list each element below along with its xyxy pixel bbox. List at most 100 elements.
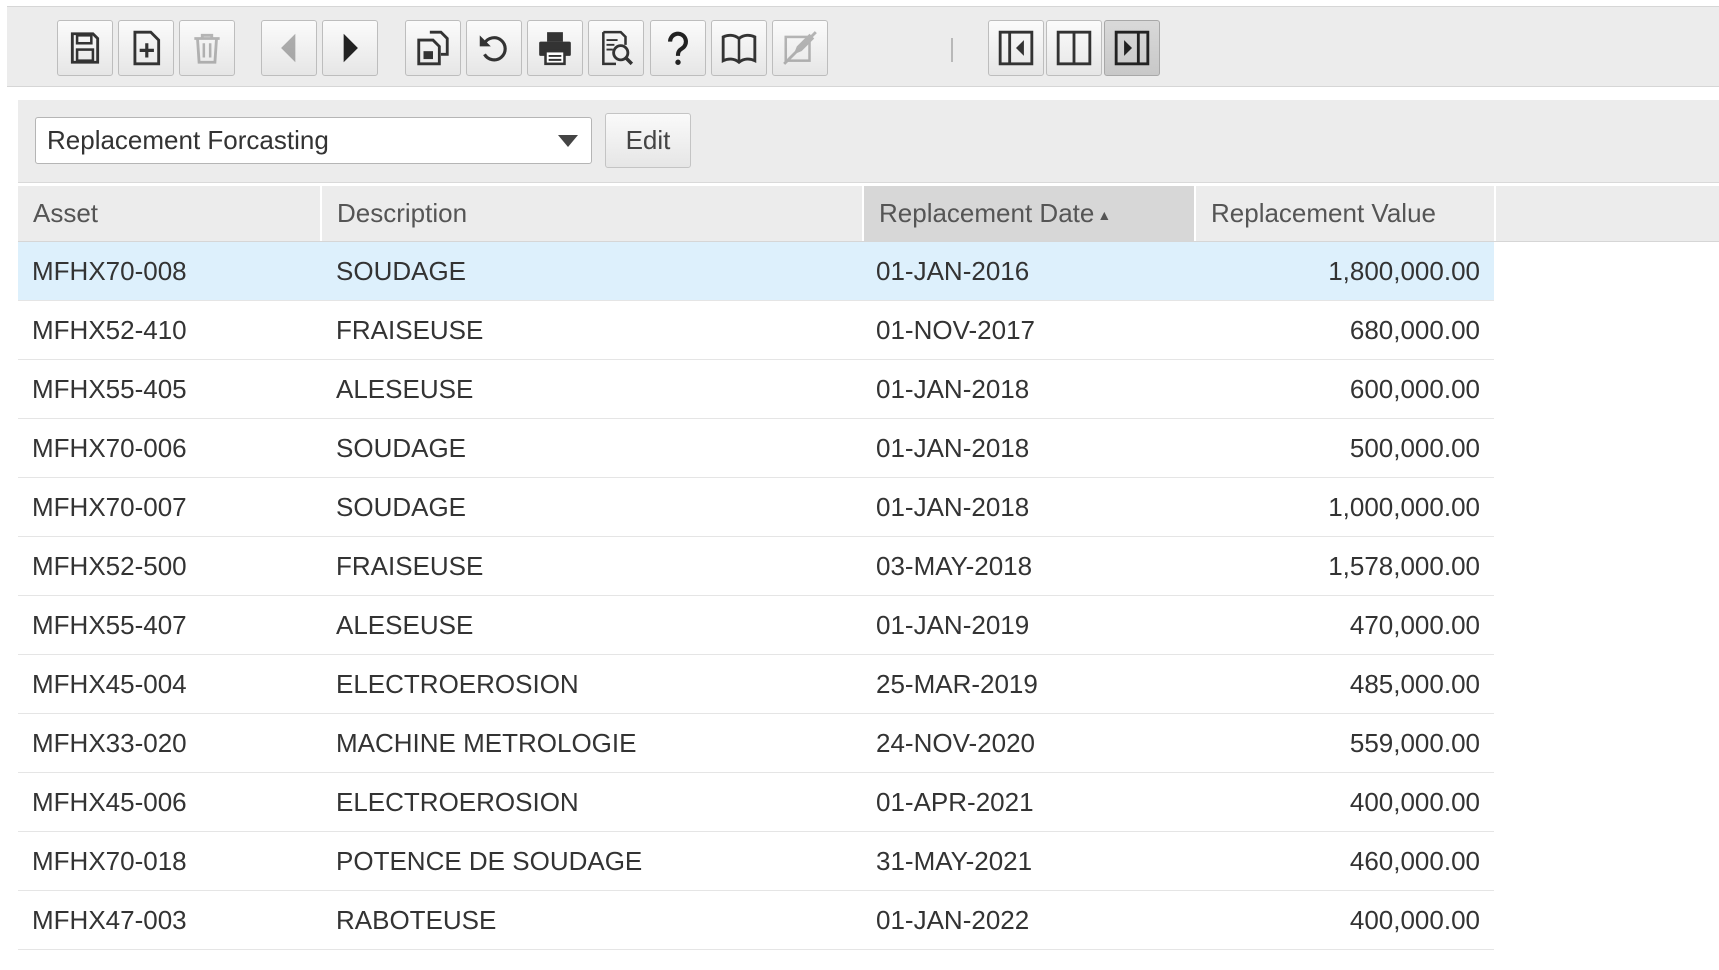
previous-button[interactable] <box>261 20 317 76</box>
column-header-replacement-date[interactable]: Replacement Date ▲ <box>864 186 1194 241</box>
question-mark-icon <box>668 31 688 65</box>
asset-cell: MFHX33-020 <box>32 728 187 758</box>
replacement-date-cell: 01-JAN-2019 <box>876 610 1030 640</box>
description-cell: FRAISEUSE <box>336 551 484 581</box>
description-cell: FRAISEUSE <box>336 315 484 345</box>
new-record-icon <box>133 30 161 66</box>
table-row[interactable]: MFHX52-500 FRAISEUSE 03-MAY-2018 1,578,000.… <box>18 537 1494 596</box>
printer-icon <box>539 32 571 66</box>
column-divider <box>1494 186 1496 241</box>
table-row[interactable]: MFHX55-407 ALESEUSE 01-JAN-2019 470,000.00 <box>18 596 1494 655</box>
description-cell: ELECTROEROSION <box>336 787 579 817</box>
description-cell: SOUDAGE <box>336 256 467 286</box>
replacement-value-cell: 1,000,000.00 <box>1328 492 1480 522</box>
trash-icon <box>194 33 220 64</box>
asset-cell: MFHX45-006 <box>32 787 187 817</box>
description-cell: ELECTROEROSION <box>336 669 579 699</box>
previous-arrow-icon <box>281 33 296 63</box>
save-button[interactable] <box>57 20 113 76</box>
help-button[interactable] <box>650 20 706 76</box>
description-cell: RABOTEUSE <box>336 905 497 935</box>
asset-cell: MFHX70-018 <box>32 846 187 876</box>
replacement-date-cell: 31-MAY-2021 <box>876 846 1033 876</box>
replacement-date-cell: 01-APR-2021 <box>876 787 1034 817</box>
table-row[interactable]: MFHX52-410 FRAISEUSE 01-NOV-2017 680,000.00 <box>18 301 1494 360</box>
replacement-date-cell: 01-JAN-2016 <box>876 256 1030 286</box>
book-icon <box>721 33 757 65</box>
table-row[interactable]: MFHX45-006 ELECTROEROSION 01-APR-2021 400,0… <box>18 773 1494 832</box>
table-row[interactable]: MFHX47-003 RABOTEUSE 01-JAN-2022 400,000.00 <box>18 891 1494 950</box>
replacement-date-cell: 25-MAR-2019 <box>876 669 1038 699</box>
next-button[interactable] <box>322 20 378 76</box>
replacement-value-cell: 400,000.00 <box>1349 905 1480 935</box>
replacement-value-cell: 600,000.00 <box>1349 374 1480 404</box>
table-row[interactable]: MFHX70-006 SOUDAGE 01-JAN-2018 500,000.00 <box>18 419 1494 478</box>
asset-cell: MFHX52-500 <box>32 551 187 581</box>
layout-right-button[interactable] <box>1104 20 1160 76</box>
replacement-date-cell: 01-JAN-2018 <box>876 492 1030 522</box>
column-header-description[interactable]: Description <box>322 186 862 241</box>
replacement-value-cell: 400,000.00 <box>1349 787 1480 817</box>
refresh-button[interactable] <box>466 20 522 76</box>
next-arrow-icon <box>343 33 358 63</box>
replacement-value-cell: 485,000.00 <box>1349 669 1480 699</box>
table-row[interactable]: MFHX33-020 MACHINE METROLOGIE 24-NOV-2020 5… <box>18 714 1494 773</box>
copy-record-icon <box>417 30 449 66</box>
asset-cell: MFHX70-006 <box>32 433 187 463</box>
chevron-down-icon <box>558 135 578 147</box>
grid-body: MFHX70-008 SOUDAGE 01-JAN-2016 1,800,000.00… <box>18 242 1494 950</box>
asset-cell: MFHX55-405 <box>32 374 187 404</box>
description-cell: ALESEUSE <box>336 610 474 640</box>
replacement-date-cell: 01-JAN-2022 <box>876 905 1030 935</box>
edit-button[interactable]: Edit <box>605 113 691 168</box>
new-record-button[interactable] <box>118 20 174 76</box>
column-header-replacement-value[interactable]: Replacement Value <box>1196 186 1494 241</box>
column-header-asset[interactable]: Asset <box>18 186 320 241</box>
replacement-value-cell: 559,000.00 <box>1349 728 1480 758</box>
replacement-date-cell: 01-JAN-2018 <box>876 374 1030 404</box>
replacement-date-cell: 24-NOV-2020 <box>876 728 1035 758</box>
table-row[interactable]: MFHX70-018 POTENCE DE SOUDAGE 31-MAY-2021 4… <box>18 832 1494 891</box>
main-toolbar <box>7 6 1719 87</box>
asset-cell: MFHX70-007 <box>32 492 187 522</box>
print-button[interactable] <box>527 20 583 76</box>
description-cell: MACHINE METROLOGIE <box>336 728 637 758</box>
filter-bar: Replacement Forcasting Edit <box>18 100 1719 183</box>
replacement-value-cell: 500,000.00 <box>1349 433 1480 463</box>
layout-right-panel-icon <box>1114 30 1150 66</box>
table-row[interactable]: MFHX70-008 SOUDAGE 01-JAN-2016 1,800,000.00 <box>18 242 1494 301</box>
book-button[interactable] <box>711 20 767 76</box>
copy-record-button[interactable] <box>405 20 461 76</box>
replacement-date-cell: 01-JAN-2018 <box>876 433 1030 463</box>
description-cell: SOUDAGE <box>336 492 467 522</box>
no-edit-icon <box>783 31 817 65</box>
description-cell: ALESEUSE <box>336 374 474 404</box>
layout-left-button[interactable] <box>988 20 1044 76</box>
asset-cell: MFHX52-410 <box>32 315 187 345</box>
replacement-value-cell: 680,000.00 <box>1349 315 1480 345</box>
edit-disabled-button[interactable] <box>772 20 828 76</box>
print-preview-button[interactable] <box>588 20 644 76</box>
delete-button[interactable] <box>179 20 235 76</box>
save-icon <box>70 32 100 64</box>
asset-cell: MFHX47-003 <box>32 905 187 935</box>
layout-left-panel-icon <box>998 30 1034 66</box>
replacement-grid: Asset Description Replacement Date ▲ Repl… <box>18 186 1719 970</box>
layout-split-icon <box>1056 30 1092 66</box>
replacement-date-cell: 01-NOV-2017 <box>876 315 1035 345</box>
toolbar-separator <box>951 38 953 62</box>
asset-cell: MFHX45-004 <box>32 669 187 699</box>
replacement-date-cell: 03-MAY-2018 <box>876 551 1033 581</box>
table-row[interactable]: MFHX55-405 ALESEUSE 01-JAN-2018 600,000.00 <box>18 360 1494 419</box>
table-row[interactable]: MFHX45-004 ELECTROEROSION 25-MAR-2019 485,0… <box>18 655 1494 714</box>
grid-header: Asset Description Replacement Date ▲ Repl… <box>18 186 1719 242</box>
asset-cell: MFHX70-008 <box>32 256 187 286</box>
replacement-value-cell: 460,000.00 <box>1349 846 1480 876</box>
description-cell: SOUDAGE <box>336 433 467 463</box>
table-row[interactable]: MFHX70-007 SOUDAGE 01-JAN-2018 1,000,000.00 <box>18 478 1494 537</box>
layout-split-button[interactable] <box>1046 20 1102 76</box>
print-preview-icon <box>602 30 634 66</box>
asset-cell: MFHX55-407 <box>32 610 187 640</box>
replacement-value-cell: 470,000.00 <box>1349 610 1480 640</box>
dataspy-select[interactable]: Replacement Forcasting <box>35 117 592 164</box>
